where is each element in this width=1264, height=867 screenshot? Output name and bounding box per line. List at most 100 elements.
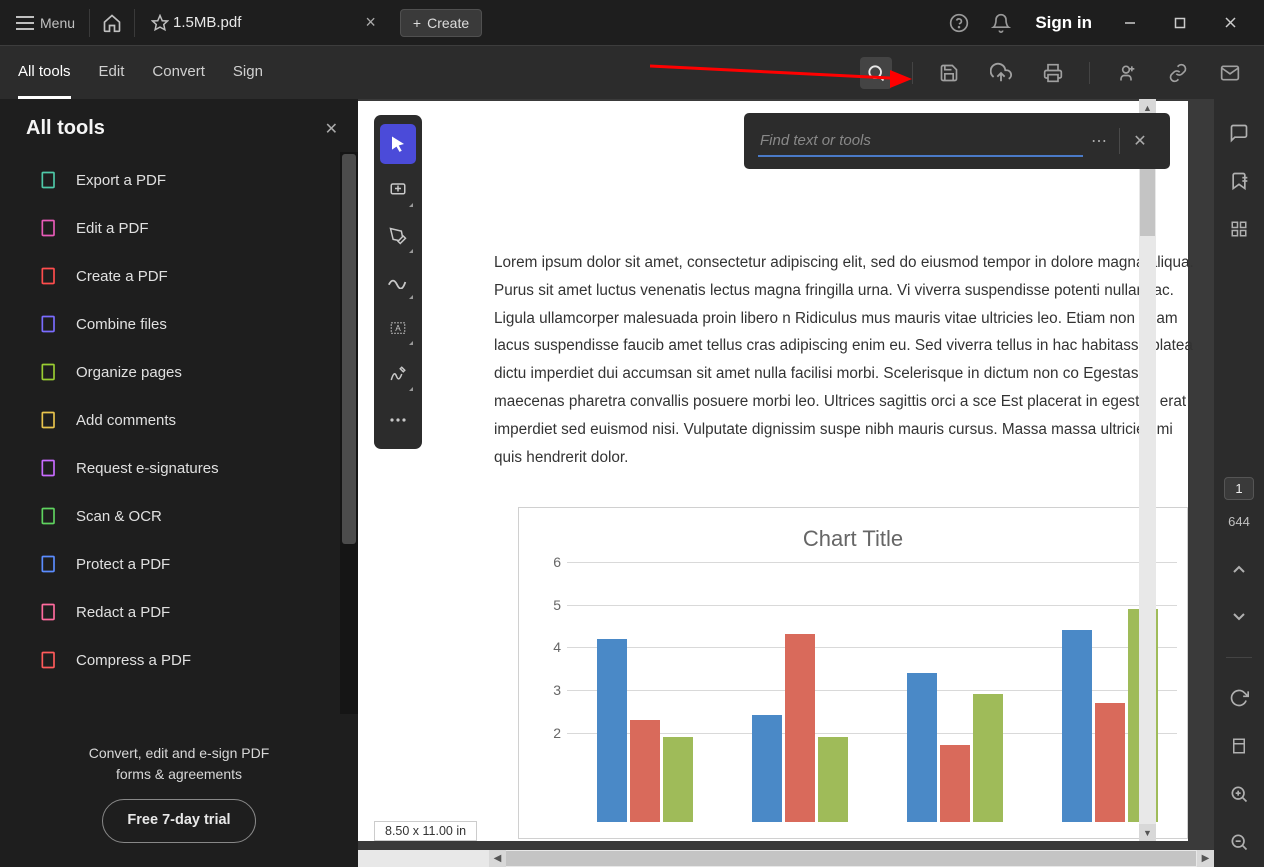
cloud-upload-icon[interactable] — [985, 57, 1017, 89]
textbox-tool-icon[interactable]: A — [380, 308, 416, 348]
sidebar-item-label: Add comments — [76, 412, 176, 429]
tool-icon — [38, 409, 60, 431]
quick-tools: A — [374, 115, 422, 449]
vertical-scrollbar[interactable]: ▲ ▼ — [1139, 99, 1156, 841]
sidebar-footer: Convert, edit and e-sign PDF forms & agr… — [0, 727, 358, 867]
minimize-button[interactable] — [1112, 9, 1148, 37]
rotate-icon[interactable] — [1221, 680, 1257, 716]
scroll-down-icon[interactable]: ▼ — [1139, 824, 1156, 841]
sidebar-item-combine-files[interactable]: Combine files — [0, 300, 358, 348]
tool-icon — [38, 217, 60, 239]
comments-panel-icon[interactable] — [1221, 115, 1257, 151]
sidebar-item-request-e-signatures[interactable]: Request e-signatures — [0, 444, 358, 492]
sidebar-item-add-comments[interactable]: Add comments — [0, 396, 358, 444]
tool-icon — [38, 457, 60, 479]
sidebar-item-create-a-pdf[interactable]: Create a PDF — [0, 252, 358, 300]
bar — [907, 673, 937, 822]
bar — [973, 694, 1003, 822]
sidebar-close-icon[interactable]: ✕ — [325, 119, 338, 139]
cursor-tool-icon[interactable] — [380, 124, 416, 164]
divider — [134, 9, 135, 37]
zoom-in-icon[interactable] — [1221, 776, 1257, 812]
menu-button[interactable]: Menu — [8, 11, 83, 35]
bookmarks-panel-icon[interactable] — [1221, 163, 1257, 199]
create-button[interactable]: + Create — [400, 9, 482, 37]
print-icon[interactable] — [1037, 57, 1069, 89]
link-icon[interactable] — [1162, 57, 1194, 89]
signin-button[interactable]: Sign in — [1029, 13, 1098, 33]
current-page-badge[interactable]: 1 — [1224, 477, 1253, 500]
separator — [1089, 62, 1090, 84]
close-window-button[interactable] — [1212, 9, 1248, 37]
more-tools-icon[interactable] — [380, 400, 416, 440]
sidebar-item-compress-a-pdf[interactable]: Compress a PDF — [0, 636, 358, 684]
tool-icon — [38, 553, 60, 575]
search-more-icon[interactable]: ⋯ — [1083, 131, 1115, 151]
sidebar: All tools ✕ Export a PDF Edit a PDF Create… — [0, 99, 358, 867]
sidebar-item-label: Redact a PDF — [76, 604, 170, 621]
annotation-arrow — [650, 60, 920, 100]
share-people-icon[interactable] — [1110, 57, 1142, 89]
separator — [1119, 128, 1120, 154]
horizontal-scrollbar[interactable]: ◀ ▶ — [358, 850, 1214, 867]
scroll-right-icon[interactable]: ▶ — [1197, 850, 1214, 867]
toolbar-tab-sign[interactable]: Sign — [233, 47, 263, 99]
tool-icon — [38, 601, 60, 623]
sidebar-item-protect-a-pdf[interactable]: Protect a PDF — [0, 540, 358, 588]
sidebar-item-label: Create a PDF — [76, 268, 168, 285]
sidebar-item-redact-a-pdf[interactable]: Redact a PDF — [0, 588, 358, 636]
search-input[interactable] — [758, 126, 1083, 157]
bell-icon[interactable] — [987, 9, 1015, 37]
sidebar-item-label: Edit a PDF — [76, 220, 149, 237]
toolbar-tab-edit[interactable]: Edit — [99, 47, 125, 99]
footer-line: forms & agreements — [20, 764, 338, 785]
page-dimensions: 8.50 x 11.00 in — [374, 821, 477, 841]
thumbnails-panel-icon[interactable] — [1221, 211, 1257, 247]
tab-close-icon[interactable]: × — [365, 12, 376, 33]
zoom-out-icon[interactable] — [1221, 824, 1257, 860]
sidebar-item-label: Organize pages — [76, 364, 182, 381]
mail-icon[interactable] — [1214, 57, 1246, 89]
home-icon[interactable] — [96, 13, 128, 33]
free-trial-button[interactable]: Free 7-day trial — [102, 799, 255, 843]
sidebar-scrollbar[interactable] — [340, 152, 358, 714]
draw-tool-icon[interactable] — [380, 262, 416, 302]
page-display-icon[interactable] — [1221, 728, 1257, 764]
bar — [663, 737, 693, 822]
chart: Chart Title 23456 — [518, 507, 1188, 839]
scroll-left-icon[interactable]: ◀ — [489, 850, 506, 867]
sidebar-item-edit-a-pdf[interactable]: Edit a PDF — [0, 204, 358, 252]
bar — [597, 639, 627, 822]
comment-tool-icon[interactable] — [380, 170, 416, 210]
search-close-icon[interactable]: ✕ — [1124, 131, 1156, 151]
maximize-button[interactable] — [1162, 9, 1198, 37]
toolbar-tab-convert[interactable]: Convert — [152, 47, 205, 99]
highlight-tool-icon[interactable] — [380, 216, 416, 256]
toolbar-tab-all-tools[interactable]: All tools — [18, 47, 71, 99]
svg-text:A: A — [395, 324, 401, 333]
bar — [818, 737, 848, 822]
sidebar-item-label: Compress a PDF — [76, 652, 191, 669]
titlebar: Menu 1.5MB.pdf × + Create Sign in — [0, 0, 1264, 45]
sidebar-item-label: Scan & OCR — [76, 508, 162, 525]
sidebar-item-export-a-pdf[interactable]: Export a PDF — [0, 156, 358, 204]
tab-filename: 1.5MB.pdf — [173, 14, 241, 31]
page-down-icon[interactable] — [1221, 599, 1257, 635]
plus-icon: + — [413, 15, 421, 31]
document-tab[interactable]: 1.5MB.pdf × — [141, 0, 386, 45]
sidebar-item-label: Export a PDF — [76, 172, 166, 189]
star-icon — [151, 14, 169, 32]
bar-group — [877, 566, 1032, 822]
bar — [785, 634, 815, 822]
tool-icon — [38, 505, 60, 527]
save-icon[interactable] — [933, 57, 965, 89]
sidebar-item-scan-ocr[interactable]: Scan & OCR — [0, 492, 358, 540]
help-icon[interactable] — [945, 9, 973, 37]
document-area: Lorem ipsum dolor sit amet, consectetur … — [358, 99, 1214, 867]
sidebar-title: All tools — [26, 117, 105, 140]
pdf-page[interactable]: Lorem ipsum dolor sit amet, consectetur … — [358, 101, 1188, 841]
page-up-icon[interactable] — [1221, 551, 1257, 587]
sign-tool-icon[interactable] — [380, 354, 416, 394]
sidebar-item-organize-pages[interactable]: Organize pages — [0, 348, 358, 396]
bar — [1095, 703, 1125, 822]
